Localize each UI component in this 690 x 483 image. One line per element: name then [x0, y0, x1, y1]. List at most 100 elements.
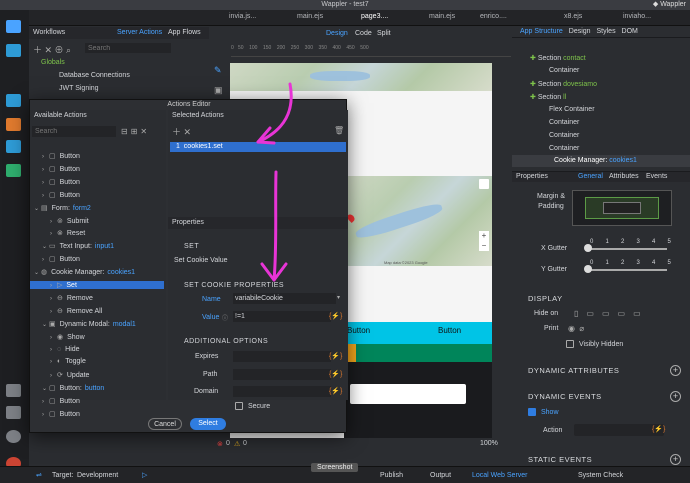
- action-tree-item[interactable]: › ▢ Button: [42, 178, 80, 186]
- tab-general[interactable]: General: [578, 173, 603, 180]
- tab-design[interactable]: Design: [569, 28, 591, 35]
- zoom-control-icon[interactable]: + −: [479, 231, 489, 251]
- structure-section-dovesiamo[interactable]: ✚ Section dovesiamo: [530, 80, 597, 88]
- structure-section-ll[interactable]: ✚ Section ll: [530, 93, 566, 101]
- structure-cookie-manager[interactable]: Cookie Manager: cookies1: [554, 157, 637, 164]
- map-embed[interactable]: + − Map data ©2023 Google: [344, 176, 492, 266]
- x-gutter-slider[interactable]: [588, 248, 667, 250]
- available-actions-search[interactable]: [32, 126, 116, 137]
- device-icons[interactable]: ▯▭▭▭▭: [574, 309, 684, 318]
- tab-inviaho[interactable]: inviaho...: [623, 13, 651, 20]
- value-picker-icon[interactable]: {⚡}: [329, 312, 342, 320]
- tab-server-actions[interactable]: Server Actions: [117, 27, 162, 39]
- tab-x8[interactable]: x8.ejs: [564, 13, 582, 20]
- output-button[interactable]: Output: [430, 472, 451, 479]
- add-attribute-icon[interactable]: +: [670, 365, 681, 376]
- structure-container-4[interactable]: Container: [549, 145, 579, 152]
- add-remove-actions[interactable]: ＋ ✕: [172, 125, 191, 138]
- y-gutter-thumb[interactable]: [584, 265, 592, 273]
- jwt-signing-item[interactable]: JWT Signing: [59, 85, 99, 92]
- action-tree-item[interactable]: ⌄ ▣ Dynamic Modal: modal1: [42, 320, 136, 328]
- code-mode-button[interactable]: Code: [355, 30, 372, 37]
- data-picker-icon[interactable]: {⚡}: [652, 425, 665, 433]
- selected-action-row[interactable]: 1 cookies1.set: [170, 142, 346, 152]
- tab-events[interactable]: Events: [646, 173, 667, 180]
- action-tree-item[interactable]: ⌄ ▭ Text Input: input1: [42, 242, 114, 250]
- cancel-button[interactable]: Cancel: [148, 418, 182, 430]
- tab-dom[interactable]: DOM: [622, 28, 638, 35]
- projects-icon[interactable]: [6, 406, 21, 419]
- tab-app-flows[interactable]: App Flows: [168, 27, 201, 39]
- action-input[interactable]: [574, 424, 664, 436]
- structure-container-1[interactable]: Container: [549, 67, 579, 74]
- structure-container-2[interactable]: Container: [549, 119, 579, 126]
- action-tree-item[interactable]: › ▢ Button: [42, 255, 80, 263]
- select-button[interactable]: Select: [190, 418, 226, 430]
- files-icon[interactable]: [6, 20, 21, 33]
- connection-icon[interactable]: ⇌: [36, 471, 42, 479]
- tree-toolbar-icons[interactable]: ⊟⊞✕: [121, 127, 150, 136]
- design-mode-button[interactable]: Design: [326, 30, 348, 37]
- y-gutter-slider[interactable]: [588, 269, 667, 271]
- action-tree-item[interactable]: › ⊖ Remove All: [50, 307, 102, 315]
- action-tree-item[interactable]: › ▢ Button: [42, 397, 80, 405]
- button-1[interactable]: Button: [347, 326, 370, 335]
- value-input[interactable]: !=1: [233, 311, 331, 322]
- zoom-level[interactable]: 100%: [480, 440, 498, 447]
- expires-picker-icon[interactable]: {⚡}: [329, 352, 342, 360]
- action-tree-item[interactable]: › ▢ Button: [42, 152, 80, 160]
- split-mode-button[interactable]: Split: [377, 30, 391, 37]
- action-tree-item[interactable]: › ⟳ Update: [50, 371, 89, 379]
- tab-main-2[interactable]: main.ejs: [429, 13, 455, 20]
- image-icon[interactable]: ▣: [214, 85, 223, 96]
- domain-input[interactable]: [233, 386, 331, 397]
- tab-app-structure[interactable]: App Structure: [520, 28, 563, 35]
- domain-picker-icon[interactable]: {⚡}: [329, 387, 342, 395]
- layers-icon[interactable]: [6, 164, 21, 177]
- tab-attributes[interactable]: Attributes: [609, 173, 639, 180]
- tab-enrico[interactable]: enrico....: [480, 13, 507, 20]
- target-select[interactable]: Development: [77, 472, 118, 479]
- path-input[interactable]: [233, 369, 331, 380]
- tab-main[interactable]: main.ejs: [297, 13, 323, 20]
- routing-icon[interactable]: [6, 118, 21, 131]
- action-tree-item[interactable]: › ▢ Button: [42, 191, 80, 199]
- action-tree-item[interactable]: ⌄ ▢ Button: button: [42, 384, 104, 392]
- path-picker-icon[interactable]: {⚡}: [329, 370, 342, 378]
- publish-button[interactable]: Publish: [380, 472, 403, 479]
- name-dropdown-icon[interactable]: ▾: [337, 294, 340, 301]
- button-2[interactable]: Button: [438, 326, 461, 335]
- action-tree-item[interactable]: › ▢ Button: [42, 165, 80, 173]
- action-tree-item[interactable]: › ▢ Button: [42, 410, 80, 418]
- secure-checkbox[interactable]: [235, 402, 243, 410]
- workflows-search-input[interactable]: [85, 43, 171, 53]
- warning-count[interactable]: 0: [243, 440, 247, 447]
- show-checkbox[interactable]: [528, 408, 536, 416]
- margin-padding-editor[interactable]: [572, 190, 672, 226]
- tab-styles[interactable]: Styles: [597, 28, 616, 35]
- action-tree-item[interactable]: ⌄ ◍ Cookie Manager: cookies1: [34, 268, 135, 276]
- tab-invia[interactable]: invia.js...: [229, 13, 256, 20]
- action-tree-item[interactable]: › ◐ Toggle: [50, 358, 86, 365]
- add-event-icon[interactable]: +: [670, 391, 681, 402]
- action-tree-item[interactable]: › ⊖ Remove: [50, 294, 93, 302]
- edit-icon[interactable]: ✎: [214, 65, 222, 76]
- database-icon[interactable]: [6, 94, 21, 107]
- fullscreen-icon[interactable]: [479, 179, 489, 189]
- tab-page3[interactable]: page3....: [361, 13, 388, 20]
- expires-input[interactable]: [233, 351, 331, 362]
- visibly-hidden-checkbox[interactable]: [566, 340, 574, 348]
- workflows-icon[interactable]: [6, 44, 21, 57]
- action-tree-item[interactable]: ⌄ ▤ Form: form2: [34, 204, 91, 212]
- system-check-button[interactable]: System Check: [578, 472, 623, 479]
- structure-container-3[interactable]: Container: [549, 132, 579, 139]
- white-input-box[interactable]: [350, 384, 466, 404]
- name-input[interactable]: variabileCookie: [233, 293, 336, 304]
- add-static-event-icon[interactable]: +: [670, 454, 681, 465]
- structure-section-contact[interactable]: ✚ Section contact: [530, 54, 586, 62]
- extensions-icon[interactable]: [6, 384, 21, 397]
- database-connections-item[interactable]: Database Connections: [59, 72, 130, 79]
- error-count[interactable]: 0: [226, 440, 230, 447]
- trash-icon[interactable]: 🗑: [334, 126, 344, 135]
- action-tree-item[interactable]: › ⊚ Submit: [50, 217, 89, 225]
